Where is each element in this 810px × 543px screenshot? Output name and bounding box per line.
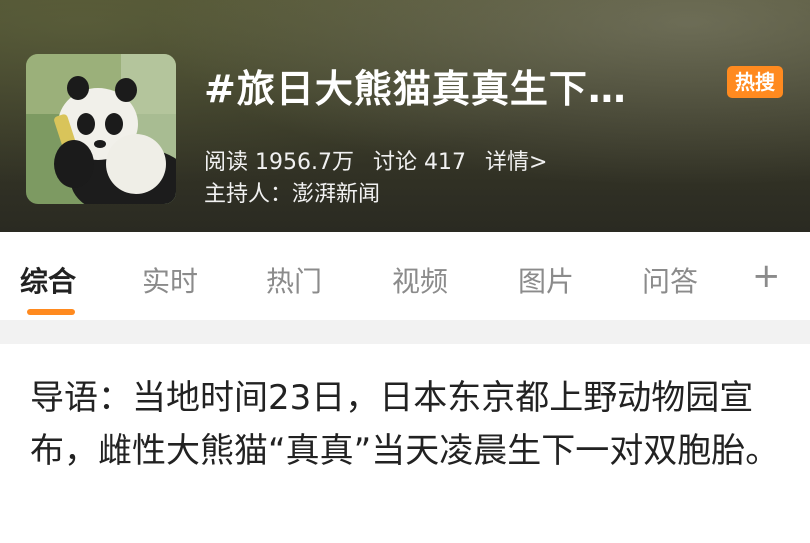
tab-hot[interactable]: 热门 [266, 260, 322, 300]
tab-bar: 综合 实时 热门 视频 图片 问答 [0, 232, 810, 320]
topic-stats: 阅读 1956.7万 讨论 417 详情> [204, 144, 559, 176]
hot-search-badge: 热搜 [727, 66, 783, 98]
tab-overview[interactable]: 综合 [20, 260, 76, 300]
tab-video[interactable]: 视频 [392, 260, 448, 300]
discussion-count: 讨论 417 [372, 150, 466, 175]
topic-header: #旅日大熊猫真真生下… 热搜 阅读 1956.7万 讨论 417 详情> 主持人… [0, 0, 810, 232]
panda-thumbnail[interactable] [26, 54, 176, 204]
topic-host: 主持人：澎湃新闻 [204, 182, 381, 207]
details-link[interactable]: 详情> [485, 150, 547, 175]
plus-icon[interactable]: + [752, 256, 781, 296]
lead-text: 导语：当地时间23日，日本东京都上野动物园宣布，雌性大熊猫“真真”当天凌晨生下一… [30, 378, 780, 471]
tab-realtime[interactable]: 实时 [142, 260, 198, 300]
topic-title: #旅日大熊猫真真生下… [204, 67, 627, 111]
read-count: 阅读 1956.7万 [204, 150, 354, 175]
active-tab-indicator [27, 309, 75, 315]
section-divider [0, 320, 810, 344]
tab-qa[interactable]: 问答 [642, 260, 698, 300]
tab-images[interactable]: 图片 [518, 260, 574, 300]
